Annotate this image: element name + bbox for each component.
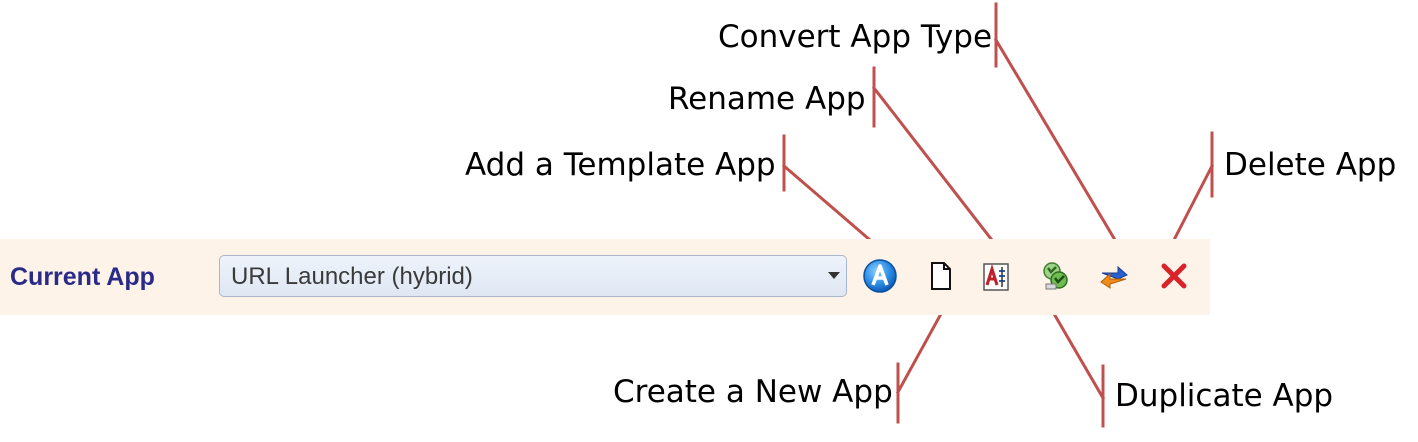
rename-document-icon bbox=[983, 263, 1009, 291]
duplicate-app-button[interactable] bbox=[1038, 258, 1074, 294]
create-new-app-button[interactable] bbox=[922, 258, 958, 294]
blank-page-icon bbox=[931, 262, 951, 290]
callout-add-template-app: Add a Template App bbox=[465, 147, 776, 183]
annotated-toolbar-figure: Convert App Type Rename App Add a Templa… bbox=[0, 0, 1418, 442]
current-app-toolbar: Current App URL Launcher (hybrid) bbox=[0, 239, 1210, 315]
duplicate-icon bbox=[1043, 262, 1068, 290]
callout-delete-app: Delete App bbox=[1224, 147, 1397, 183]
convert-app-type-button[interactable] bbox=[1096, 258, 1132, 294]
chevron-down-icon[interactable] bbox=[828, 272, 840, 279]
callout-rename-app: Rename App bbox=[668, 81, 866, 117]
current-app-select-value: URL Launcher (hybrid) bbox=[231, 263, 473, 290]
swap-arrows-icon bbox=[1100, 265, 1128, 289]
callout-duplicate-app: Duplicate App bbox=[1115, 378, 1334, 414]
template-app-icon bbox=[863, 259, 897, 293]
delete-app-button[interactable] bbox=[1156, 258, 1192, 294]
current-app-select[interactable]: URL Launcher (hybrid) bbox=[219, 255, 847, 297]
rename-app-button[interactable] bbox=[978, 258, 1014, 294]
callout-create-new-app: Create a New App bbox=[613, 374, 893, 410]
callout-convert-app-type: Convert App Type bbox=[718, 19, 993, 55]
current-app-label: Current App bbox=[10, 263, 155, 291]
add-template-app-button[interactable] bbox=[862, 258, 898, 294]
delete-x-icon bbox=[1161, 263, 1187, 289]
